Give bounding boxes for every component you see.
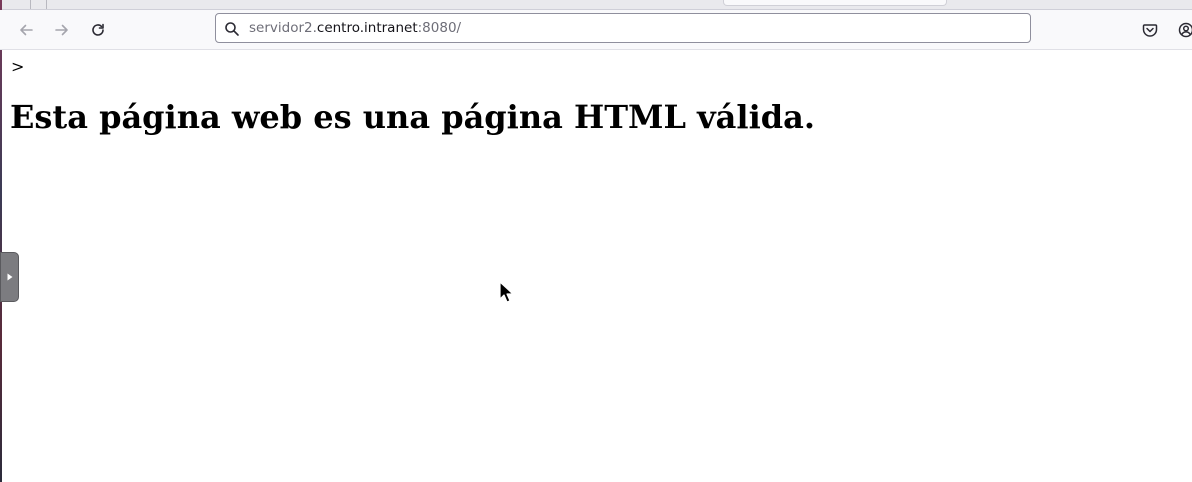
- tab-separator: [46, 0, 47, 9]
- search-icon: [225, 22, 239, 36]
- url-text[interactable]: servidor2.centro.intranet:8080/: [249, 14, 461, 42]
- reload-button[interactable]: [84, 16, 112, 44]
- account-icon: [1178, 22, 1192, 38]
- tab-strip: [0, 0, 1192, 10]
- page-content: > Esta página web es una página HTML vál…: [2, 50, 1192, 482]
- pocket-button[interactable]: [1136, 16, 1164, 44]
- mouse-cursor-icon: [499, 281, 514, 303]
- active-tab[interactable]: [723, 0, 947, 6]
- side-panel-handle[interactable]: [0, 252, 19, 302]
- url-subdomain: servidor2.: [249, 20, 317, 36]
- page-heading: Esta página web es una página HTML válid…: [10, 98, 815, 136]
- url-bar[interactable]: servidor2.centro.intranet:8080/: [215, 13, 1031, 43]
- tab-separator: [30, 0, 31, 9]
- reload-icon: [92, 23, 104, 36]
- triangle-right-icon: [7, 273, 12, 281]
- navigation-toolbar: servidor2.centro.intranet:8080/: [0, 10, 1192, 50]
- url-port-path: :8080/: [417, 20, 462, 36]
- forward-button[interactable]: [48, 16, 76, 44]
- url-domain: centro.intranet: [316, 20, 418, 36]
- pocket-icon: [1142, 24, 1158, 37]
- stray-text: >: [11, 57, 25, 76]
- arrow-right-icon: [55, 24, 68, 36]
- account-button[interactable]: [1172, 16, 1192, 44]
- arrow-left-icon: [20, 24, 33, 36]
- back-button[interactable]: [12, 16, 40, 44]
